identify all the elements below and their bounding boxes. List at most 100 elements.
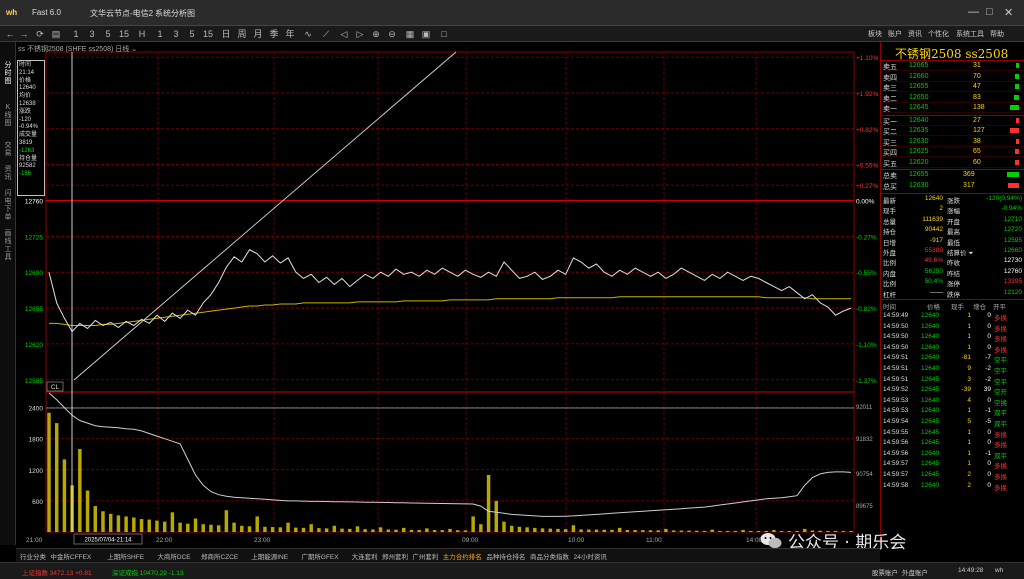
rail-tab-kline[interactable]: K线图 <box>3 104 13 128</box>
bottom-tab[interactable]: 行业分类 <box>20 551 46 561</box>
bid-level-label: 买三 <box>883 139 897 147</box>
tick-time: 14:59:53 <box>883 396 909 404</box>
bottom-tab[interactable]: 广州套利 <box>412 551 438 561</box>
ask-qty: 138 <box>973 104 985 111</box>
volume-bar <box>394 529 398 532</box>
volume-bar <box>294 527 298 532</box>
forward-icon[interactable]: → <box>18 28 30 40</box>
bottom-tab[interactable]: 广期所GFEX <box>301 551 338 561</box>
ask-price[interactable]: 12645 <box>909 104 928 111</box>
bottom-tab[interactable]: 商品分类指数 <box>530 551 569 561</box>
period-5-icon[interactable]: 5 <box>102 28 114 40</box>
rail-tab-flash-order[interactable]: 闪电下单 <box>3 190 13 222</box>
refresh-icon[interactable]: ⟳ <box>34 28 46 40</box>
period-3-icon[interactable]: 3 <box>86 28 98 40</box>
bottom-tab[interactable]: 郑商所CZCE <box>201 551 238 561</box>
indicator-icon[interactable]: ∿ <box>302 28 314 40</box>
bid-price[interactable]: 12640 <box>909 117 928 124</box>
server-node-label[interactable]: 文华云节点-电信2 <box>90 8 153 19</box>
menu-help[interactable]: 帮助 <box>990 29 1004 39</box>
info-box-line: 92582 <box>19 163 36 170</box>
volume-bar <box>533 527 537 532</box>
menu-system-tools[interactable]: 系统工具 <box>956 29 984 39</box>
volume-bar <box>309 524 313 532</box>
bottom-tab[interactable]: 中金所CFFEX <box>50 551 91 561</box>
period-1b-icon[interactable]: 1 <box>154 28 166 40</box>
bid-row: 买五 12620 60 <box>881 158 1024 168</box>
system-chart-label[interactable]: 系统分析图 <box>155 8 195 19</box>
volume-bar <box>425 528 429 532</box>
bottom-tab[interactable]: 主力合约排名 <box>443 551 482 561</box>
arrow-left-icon[interactable]: ◁ <box>338 28 350 40</box>
rail-tab-timeshare[interactable]: 分时图 <box>3 62 13 86</box>
calendar-quarter-icon[interactable]: 季 <box>268 28 280 40</box>
stat-row: 日增 -917 最低 12595 <box>881 236 1024 247</box>
chart-header[interactable]: ss 不锈钢2508 (SHFE ss2508) 日线 ⌄ <box>18 44 137 54</box>
bottom-tab[interactable]: 品种持仓排名 <box>486 551 525 561</box>
bottom-tab[interactable]: 郑州套利 <box>382 551 408 561</box>
volume-bar <box>340 528 344 532</box>
minimize-icon[interactable]: — <box>968 6 979 18</box>
maximize-icon[interactable]: □ <box>986 6 993 18</box>
bottom-tab[interactable]: 上期能源INE <box>251 551 288 561</box>
draw-line-icon[interactable]: ⟋ <box>320 28 332 40</box>
close-icon[interactable]: ✕ <box>1004 6 1013 19</box>
period-15-icon[interactable]: 15 <box>118 28 130 40</box>
zoom-out-icon[interactable]: ⊖ <box>386 28 398 40</box>
bid-price[interactable]: 12630 <box>909 138 928 145</box>
tick-row: 14:59:58 12640 2 0 多换 <box>881 481 1024 492</box>
calendar-week-icon[interactable]: 周 <box>236 28 248 40</box>
volume-bar <box>718 530 722 532</box>
bid-level-label: 买五 <box>883 160 897 168</box>
bottom-tab[interactable]: 大连套利 <box>352 551 378 561</box>
bottom-tab[interactable]: 24小时资讯 <box>574 551 607 561</box>
tick-oi-change: 0 <box>987 322 991 330</box>
period-15b-icon[interactable]: 15 <box>202 28 214 40</box>
arrow-right-icon[interactable]: ▷ <box>354 28 366 40</box>
calendar-year-icon[interactable]: 年 <box>284 28 296 40</box>
window-icon[interactable]: □ <box>438 28 450 40</box>
period-1-icon[interactable]: 1 <box>70 28 82 40</box>
stat-row: 持仓 90442 最高 12720 <box>881 225 1024 236</box>
volume-bar <box>201 524 205 532</box>
ask-price[interactable]: 12650 <box>909 94 928 101</box>
bottom-tab[interactable]: 大商所DCE <box>157 551 190 561</box>
grid-icon[interactable]: ▣ <box>420 28 432 40</box>
period-3b-icon[interactable]: 3 <box>170 28 182 40</box>
period-h-icon[interactable]: H <box>136 28 148 40</box>
rail-tab-news[interactable]: 资讯 <box>3 166 13 182</box>
ask-price[interactable]: 12660 <box>909 73 928 80</box>
stat-value: 2 <box>939 205 943 213</box>
x-tick-label: 10:00 <box>568 537 585 544</box>
tick-oi-change: 39 <box>983 386 991 394</box>
bid-price[interactable]: 12625 <box>909 148 928 155</box>
stock-account-button[interactable]: 股票账户 <box>872 567 898 577</box>
stat-value: —— <box>930 288 943 296</box>
bottom-tab-bar: 行业分类 中金所CFFEX 上期所SHFE 大商所DCE 郑商所CZCE 上期能源INE 广… <box>16 548 880 562</box>
menu-personalize[interactable]: 个性化 <box>928 29 949 39</box>
tick-oi-change: 0 <box>987 343 991 351</box>
back-icon[interactable]: ← <box>4 28 16 40</box>
ask-price[interactable]: 12665 <box>909 62 928 69</box>
bid-price[interactable]: 12635 <box>909 127 928 134</box>
menu-account[interactable]: 账户 <box>888 29 902 39</box>
chart-icon[interactable]: ▤ <box>50 28 62 40</box>
volume-bar <box>486 474 491 532</box>
tick-row: 14:59:51 12640 -81 -7 空平 <box>881 353 1024 364</box>
volume-bar <box>502 521 506 532</box>
layout-icon[interactable]: ▦ <box>404 28 416 40</box>
tick-time: 14:59:51 <box>883 354 909 362</box>
period-5b-icon[interactable]: 5 <box>186 28 198 40</box>
zoom-in-icon[interactable]: ⊕ <box>370 28 382 40</box>
bottom-tab[interactable]: 上期所SHFE <box>107 551 144 561</box>
menu-news[interactable]: 资讯 <box>908 29 922 39</box>
rail-tab-drawing[interactable]: 画线工具 <box>3 230 13 262</box>
calendar-day-icon[interactable]: 日 <box>220 28 232 40</box>
rail-tab-trade[interactable]: 交易 <box>3 142 13 158</box>
bid-price[interactable]: 12620 <box>909 159 928 166</box>
menu-sector[interactable]: 板块 <box>868 29 882 39</box>
ask-price[interactable]: 12655 <box>909 83 928 90</box>
intraday-chart[interactable]: +1.10% +1.92% +0.82% +0.55% +0.27% 0.00% -0.27… <box>16 42 880 548</box>
foreign-account-button[interactable]: 外盘账户 <box>902 567 928 577</box>
calendar-month-icon[interactable]: 月 <box>252 28 264 40</box>
